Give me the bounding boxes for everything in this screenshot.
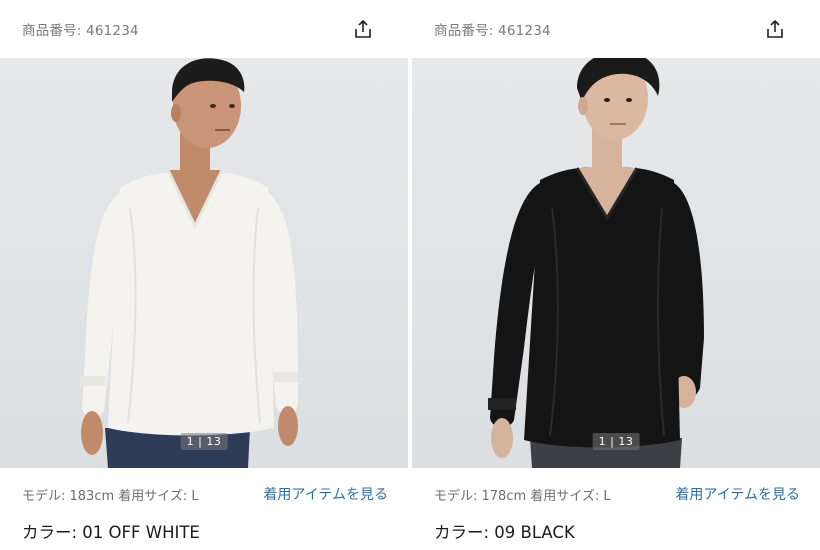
image-counter: 1 | 13: [592, 433, 640, 450]
share-icon[interactable]: [764, 18, 786, 40]
share-upload-icon: [767, 20, 783, 38]
view-outfit-items-link[interactable]: 着用アイテムを見る: [263, 484, 388, 504]
model-info: モデル: 178cm 着用サイズ: L: [434, 488, 611, 504]
product-panel-off-white: 商品番号: 461234 1 | 13 モデル: 183cm 着用サイズ: L …: [0, 0, 408, 550]
product-image[interactable]: 1 | 13: [412, 58, 820, 468]
panel-header: 商品番号: 461234: [0, 0, 408, 58]
model-info-row: モデル: 183cm 着用サイズ: L 着用アイテムを見る: [0, 468, 408, 504]
color-label: カラー: 01 OFF WHITE: [22, 523, 200, 542]
product-panel-black: 商品番号: 461234 1 | 13 モデル: 178cm 着用サイズ: L …: [412, 0, 820, 550]
product-image[interactable]: 1 | 13: [0, 58, 408, 468]
model-white-shirt-illustration: [80, 58, 298, 468]
product-number: 商品番号: 461234: [434, 23, 551, 39]
share-upload-icon: [355, 20, 371, 38]
panel-header: 商品番号: 461234: [412, 0, 820, 58]
model-black-shirt-illustration: [488, 58, 704, 468]
share-icon[interactable]: [352, 18, 374, 40]
view-outfit-items-link[interactable]: 着用アイテムを見る: [675, 484, 800, 504]
product-comparison-page: 商品番号: 461234 1 | 13 モデル: 183cm 着用サイズ: L …: [0, 0, 820, 550]
image-counter: 1 | 13: [180, 433, 228, 450]
product-number: 商品番号: 461234: [22, 23, 139, 39]
color-label: カラー: 09 BLACK: [434, 523, 575, 542]
model-info: モデル: 183cm 着用サイズ: L: [22, 488, 199, 504]
model-info-row: モデル: 178cm 着用サイズ: L 着用アイテムを見る: [412, 468, 820, 504]
